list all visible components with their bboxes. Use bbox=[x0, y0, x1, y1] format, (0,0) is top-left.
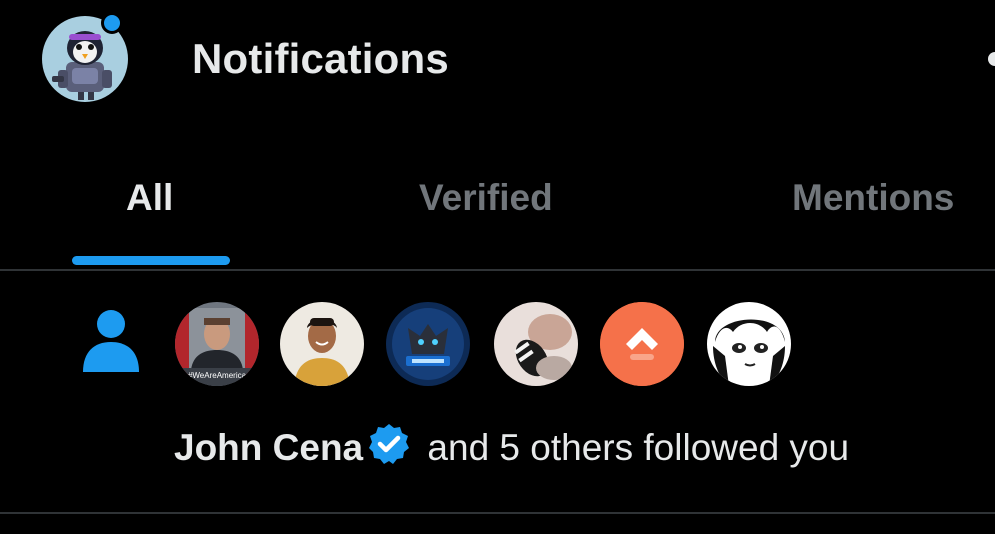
verified-badge-icon bbox=[369, 424, 410, 464]
user-avatar-4[interactable] bbox=[494, 302, 578, 386]
tabs-divider bbox=[0, 269, 995, 271]
notification-text: John Cena and 5 others followed you bbox=[174, 422, 849, 470]
tab-verified[interactable]: Verified bbox=[419, 176, 553, 220]
top-header: Notifications bbox=[0, 0, 995, 120]
notification-message: and 5 others followed you bbox=[417, 427, 850, 468]
unread-dot-icon bbox=[101, 12, 123, 34]
page-title: Notifications bbox=[192, 35, 449, 82]
notification-item[interactable]: #WeAreAmerica John Cena and 5 others fol… bbox=[0, 272, 995, 512]
settings-icon[interactable] bbox=[988, 52, 995, 66]
user-avatar-2[interactable] bbox=[280, 302, 364, 386]
avatar-caption: #WeAreAmerica bbox=[188, 371, 247, 380]
user-avatar-3[interactable] bbox=[386, 302, 470, 386]
follower-name-link[interactable]: John Cena bbox=[174, 427, 363, 468]
active-tab-indicator bbox=[72, 256, 230, 265]
tab-all[interactable]: All bbox=[126, 176, 173, 220]
user-avatar-6[interactable] bbox=[707, 302, 791, 386]
notification-tabs: All Verified Mentions bbox=[0, 150, 995, 270]
follower-avatars: #WeAreAmerica bbox=[0, 302, 995, 388]
row-divider bbox=[0, 512, 995, 514]
user-avatar-5[interactable] bbox=[600, 302, 684, 386]
john-cena-avatar[interactable]: #WeAreAmerica bbox=[175, 302, 259, 386]
tab-mentions[interactable]: Mentions bbox=[792, 176, 954, 220]
